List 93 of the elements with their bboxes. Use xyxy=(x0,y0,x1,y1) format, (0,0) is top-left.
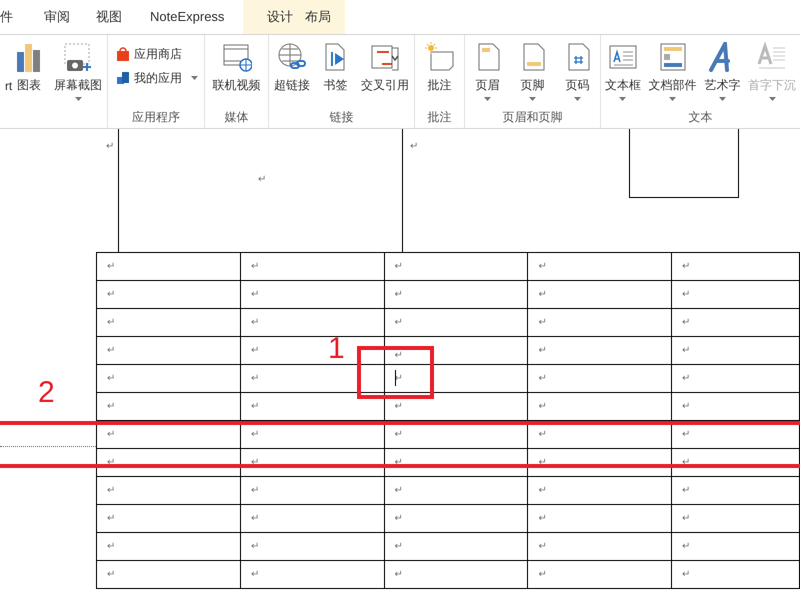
table-cell[interactable]: ↵ xyxy=(528,476,672,504)
ribbon-button[interactable]: 文本框 xyxy=(604,41,641,108)
group-label: 应用程序 xyxy=(131,109,181,126)
table-cell[interactable]: ↵ xyxy=(672,364,800,392)
table-cell[interactable]: ↵ xyxy=(528,308,672,336)
group-label: 批注 xyxy=(426,109,452,126)
shopping-bag-icon xyxy=(116,46,131,62)
annotation-number: 2 xyxy=(38,378,55,408)
table-cell[interactable]: ↵ xyxy=(672,252,800,280)
table-cell[interactable]: ↵ xyxy=(672,476,800,504)
table-cell[interactable]: ↵ xyxy=(384,308,528,336)
table-cell[interactable]: ↵ xyxy=(384,560,528,588)
text-cursor xyxy=(394,370,396,386)
ribbon-button[interactable]: 书签 xyxy=(320,41,350,108)
table-cell[interactable]: ↵ xyxy=(528,560,672,588)
group-label: 媒体 xyxy=(224,109,250,126)
table-cell[interactable]: ↵ xyxy=(528,252,672,280)
ribbon-tab[interactable]: 件 xyxy=(0,0,44,34)
table-cell[interactable]: ↵ xyxy=(96,280,240,308)
comment-note-icon xyxy=(424,42,454,72)
ribbon-button[interactable]: 页眉 xyxy=(472,41,502,108)
ribbon-button[interactable]: 图表 xyxy=(14,41,44,112)
table-cell[interactable]: ↵ xyxy=(528,280,672,308)
cubes-icon xyxy=(116,70,131,86)
table-cell[interactable]: ↵ xyxy=(96,308,240,336)
ribbon-button[interactable]: rt xyxy=(4,41,12,112)
caret-icon xyxy=(529,97,536,101)
table-cell[interactable]: ↵ xyxy=(672,280,800,308)
table-cell[interactable]: ↵ xyxy=(528,336,672,364)
table-cell[interactable]: ↵ xyxy=(384,476,528,504)
table-cell[interactable]: ↵ xyxy=(96,364,240,392)
ribbon-button[interactable]: 批注 xyxy=(424,41,454,108)
table-cell[interactable]: ↵ xyxy=(384,504,528,532)
table-cell[interactable]: ↵ xyxy=(528,364,672,392)
table-cell[interactable]: ↵ xyxy=(240,532,384,560)
video-globe-icon xyxy=(222,42,252,72)
caret-icon xyxy=(74,97,82,101)
table-cell[interactable]: ↵ xyxy=(96,560,240,588)
table-cell[interactable]: ↵ xyxy=(672,504,800,532)
table-cell[interactable]: ↵ xyxy=(672,308,800,336)
paragraph-mark: ↵ xyxy=(258,174,266,186)
group-label: 文本 xyxy=(688,109,714,126)
table-cell[interactable]: ↵ xyxy=(96,532,240,560)
table-cell[interactable]: ↵ xyxy=(384,532,528,560)
ribbon-button[interactable]: 我的应用 xyxy=(116,69,204,87)
ribbon-tab[interactable]: 布局 xyxy=(305,0,345,34)
group-label: 链接 xyxy=(328,109,354,126)
table-cell[interactable]: ↵ xyxy=(240,252,384,280)
ribbon-button[interactable]: 交叉引用 xyxy=(360,41,409,108)
table-cell[interactable]: ↵ xyxy=(384,336,528,364)
caret-icon xyxy=(484,97,491,101)
table-cell[interactable]: ↵ xyxy=(240,364,384,392)
caret-icon xyxy=(718,97,726,101)
caret-icon xyxy=(669,97,676,101)
ribbon-button[interactable]: 页码 xyxy=(562,41,592,108)
ribbon-button[interactable]: 页脚 xyxy=(518,41,548,108)
table-cell[interactable]: ↵ xyxy=(96,252,240,280)
table-cell[interactable]: ↵ xyxy=(672,532,800,560)
paragraph-mark: ↵ xyxy=(410,141,418,153)
globe-link-icon xyxy=(277,42,308,72)
table-cell[interactable]: ↵ xyxy=(240,504,384,532)
paragraph-mark: ↵ xyxy=(106,141,114,153)
table-cell[interactable]: ↵ xyxy=(672,560,800,588)
caret-icon xyxy=(191,76,198,80)
ribbon-button[interactable]: 应用商店 xyxy=(116,45,204,63)
table-cell[interactable]: ↵ xyxy=(96,504,240,532)
caret-icon xyxy=(768,97,776,101)
table-cell[interactable]: ↵ xyxy=(672,336,800,364)
ribbon-tab[interactable]: 审阅 xyxy=(44,0,96,34)
table-cell[interactable]: ↵ xyxy=(240,308,384,336)
caret-icon xyxy=(574,97,581,101)
table-cell[interactable]: ↵ xyxy=(240,560,384,588)
group-label: 页眉和页脚 xyxy=(502,109,564,126)
table-cell[interactable]: ↵ xyxy=(240,280,384,308)
caret-icon xyxy=(619,97,626,101)
table-cell[interactable]: ↵ xyxy=(240,476,384,504)
ribbon-tab[interactable]: NoteExpress xyxy=(150,0,243,34)
ribbon-button[interactable]: 文档部件 xyxy=(648,41,697,108)
table-cell[interactable]: ↵ xyxy=(528,532,672,560)
ribbon-button[interactable]: 屏幕截图 xyxy=(54,41,102,112)
annotation-number: 1 xyxy=(328,334,345,364)
table-cell[interactable]: ↵ xyxy=(96,476,240,504)
table-cell[interactable]: ↵ xyxy=(384,280,528,308)
ribbon-button[interactable]: 联机视频 xyxy=(212,41,260,108)
ribbon-button[interactable]: 艺术字 xyxy=(704,41,740,108)
ribbon-tab[interactable]: 设计 xyxy=(243,0,305,34)
ribbon-tab[interactable]: 视图 xyxy=(96,0,150,34)
table-cell[interactable]: ↵ xyxy=(96,336,240,364)
table-cell[interactable]: ↵ xyxy=(528,504,672,532)
camera-screenshot-icon xyxy=(63,42,94,72)
table-cell[interactable]: ↵ xyxy=(384,252,528,280)
ribbon-button[interactable]: 超链接 xyxy=(274,41,310,108)
document-parts-icon xyxy=(658,42,688,72)
